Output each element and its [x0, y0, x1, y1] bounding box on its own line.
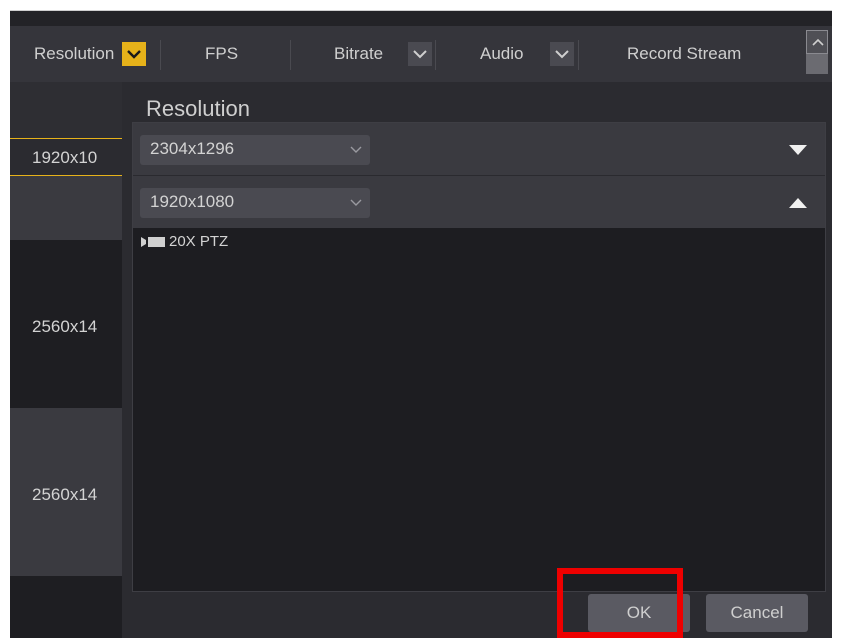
triangle-down-icon[interactable]	[789, 145, 807, 155]
chevron-down-icon	[350, 146, 362, 153]
header-divider	[435, 40, 436, 70]
table-row	[10, 576, 122, 638]
dialog-title: Resolution	[146, 96, 250, 121]
header-record-stream: Record Stream	[627, 44, 742, 63]
app-window: Resolution FPS Bitrate Audio Record Stre…	[10, 10, 832, 638]
highlight-box	[557, 568, 683, 638]
table-row[interactable]: 2560x14	[10, 408, 122, 576]
resolution-list-panel: 2304x1296 1920x1080 20X PTZ	[132, 122, 826, 592]
chevron-up-icon	[812, 38, 824, 46]
resolution-select[interactable]: 1920x1080	[140, 188, 370, 218]
header-resolution: Resolution	[34, 44, 115, 63]
audio-dropdown-button[interactable]	[550, 42, 574, 66]
table-row[interactable]: 2560x14	[10, 240, 122, 408]
resolution-cell: 1920x10	[32, 148, 98, 167]
table-row	[10, 82, 122, 138]
header-bitrate: Bitrate	[334, 44, 384, 63]
select-value: 1920x1080	[150, 192, 235, 211]
cancel-button[interactable]: Cancel	[706, 594, 808, 632]
chevron-down-icon	[127, 50, 141, 59]
window-border	[10, 10, 832, 11]
resolution-select[interactable]: 2304x1296	[140, 135, 370, 165]
resolution-cell: 2560x14	[32, 485, 98, 504]
chevron-down-icon	[350, 199, 362, 206]
camera-icon	[141, 237, 165, 248]
table-row	[10, 176, 122, 240]
triangle-up-icon[interactable]	[789, 198, 807, 208]
chevron-down-icon	[413, 50, 427, 59]
camera-label: 20X PTZ	[169, 233, 229, 250]
resolution-dropdown-button[interactable]	[122, 42, 146, 66]
resolution-dialog: Resolution 2304x1296 1920x1080 20X PTZ O…	[122, 82, 832, 638]
scroll-up-button[interactable]	[806, 30, 828, 54]
header-divider	[160, 40, 161, 70]
bitrate-dropdown-button[interactable]	[408, 42, 432, 66]
header-divider	[290, 40, 291, 70]
resolution-cell: 2560x14	[32, 317, 98, 336]
header-fps: FPS	[205, 44, 239, 63]
select-value: 2304x1296	[150, 139, 235, 158]
chevron-down-icon	[555, 50, 569, 59]
table-row[interactable]: 1920x10	[10, 138, 122, 176]
table-header: Resolution FPS Bitrate Audio Record Stre…	[10, 26, 832, 82]
header-audio: Audio	[480, 44, 524, 63]
list-item[interactable]: 2304x1296	[133, 123, 825, 175]
header-divider	[578, 40, 579, 70]
camera-list-item[interactable]: 20X PTZ	[141, 233, 228, 250]
scrollbar[interactable]	[806, 30, 828, 74]
list-item[interactable]: 1920x1080	[133, 175, 825, 228]
